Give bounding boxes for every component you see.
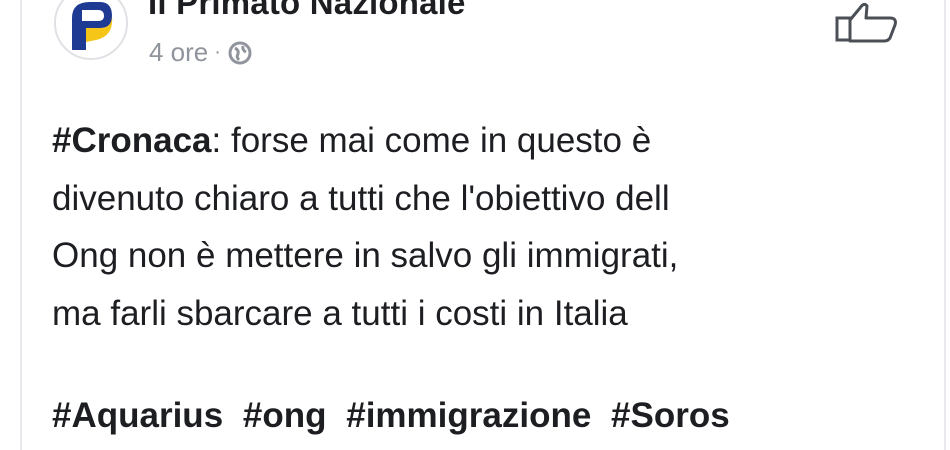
- hashtag-list: #Aquarius #ong #immigrazione #Soros: [52, 386, 740, 446]
- post-line: ma farli sbarcare a tutti i costi in Ita…: [52, 293, 628, 333]
- hashtag-immigrazione[interactable]: #immigrazione: [346, 396, 591, 435]
- meta-separator: ·: [214, 41, 221, 63]
- facebook-post-card: Il Primato Nazionale 4 ore · #Cronaca: f…: [0, 0, 950, 450]
- hashtag-ong[interactable]: #ong: [243, 396, 327, 435]
- page-name-link[interactable]: Il Primato Nazionale: [148, 0, 466, 22]
- thumbs-up-icon[interactable]: [834, 0, 902, 44]
- page-logo-icon: [56, 0, 126, 58]
- post-line: Ong non è mettere in salvo gli immigrati…: [52, 236, 679, 275]
- post-meta: 4 ore ·: [149, 37, 253, 68]
- post-timestamp[interactable]: 4 ore: [149, 37, 208, 68]
- post-line: divenuto chiaro a tutti che l'obiettivo …: [52, 178, 670, 218]
- card-left-border: [20, 0, 22, 450]
- hashtag-aquarius[interactable]: #Aquarius: [52, 396, 223, 435]
- hashtag-cronaca[interactable]: #Cronaca: [52, 121, 212, 160]
- hashtag-soros[interactable]: #Soros: [611, 396, 730, 435]
- post-line-text: : forse mai come in questo è: [211, 121, 652, 160]
- globe-icon[interactable]: [227, 40, 253, 66]
- card-right-border: [944, 0, 946, 450]
- page-avatar[interactable]: [54, 0, 128, 60]
- post-line: #Cronaca: forse mai come in questo è: [52, 112, 912, 170]
- post-body: #Cronaca: forse mai come in questo è div…: [52, 112, 912, 342]
